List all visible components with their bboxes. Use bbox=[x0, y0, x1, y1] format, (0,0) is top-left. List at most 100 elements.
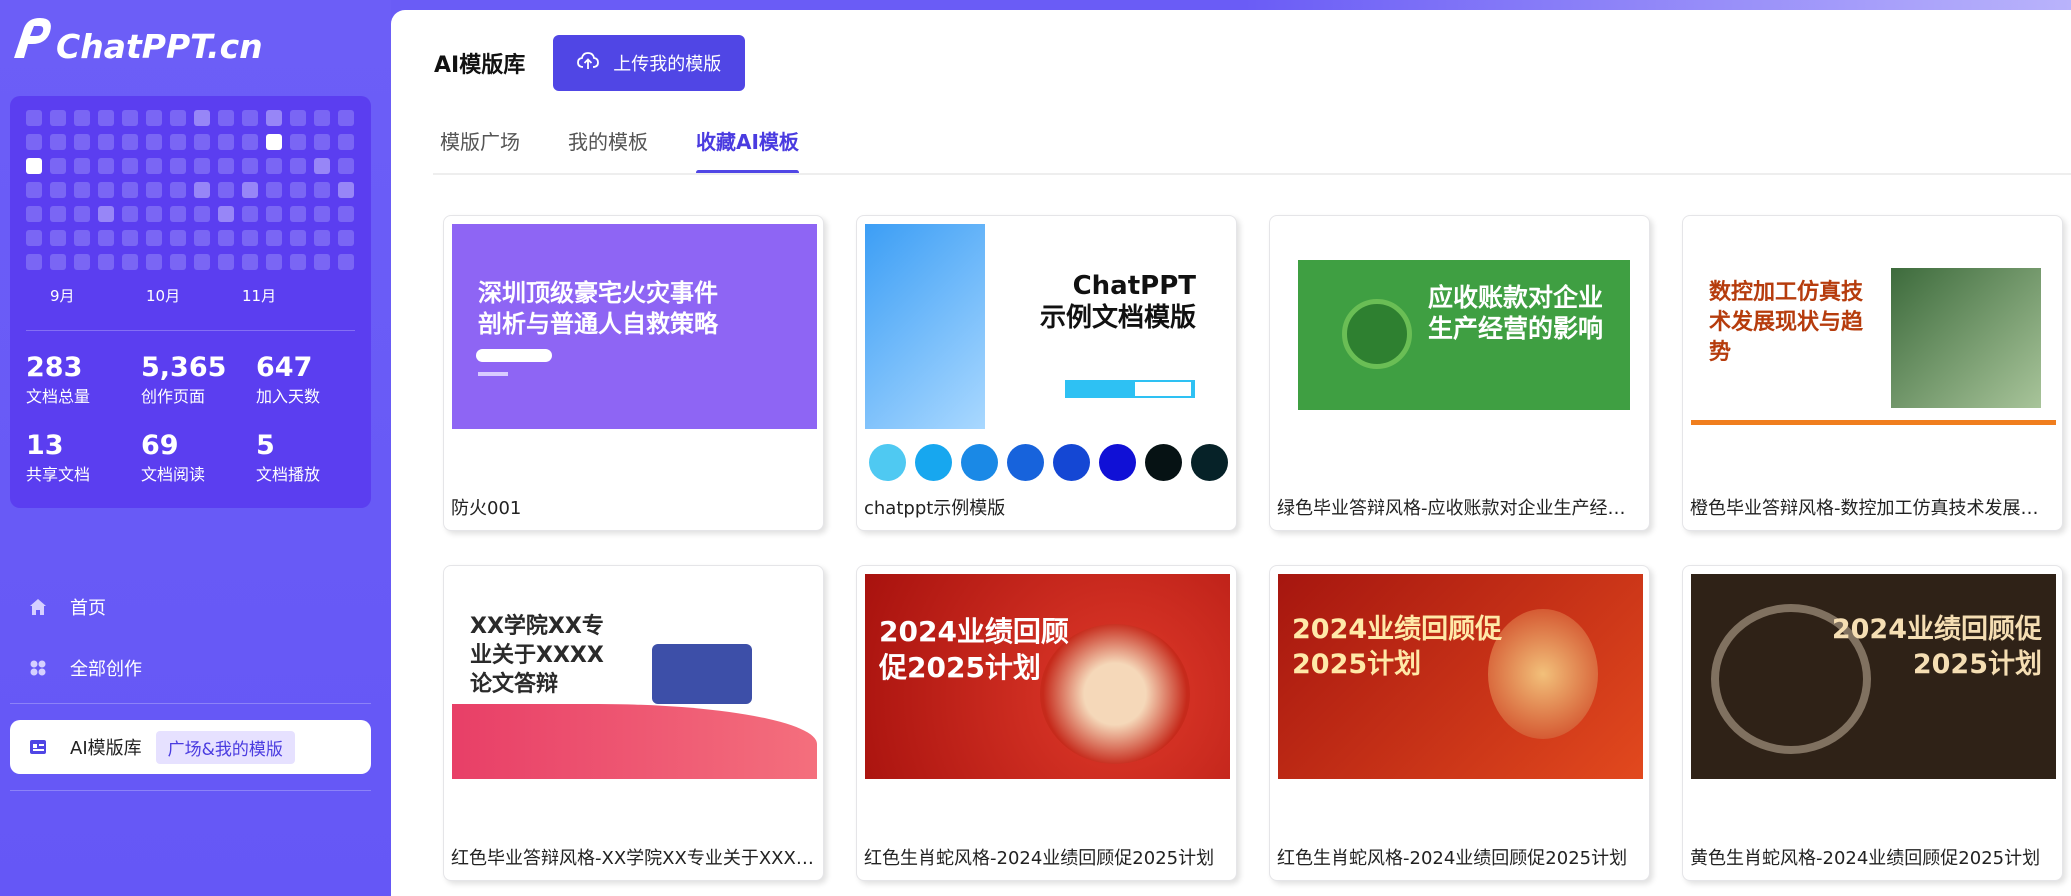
heatmap-cell bbox=[194, 110, 210, 126]
template-grid: 深圳顶级豪宅火灾事件 剖析与普通人自救策略 防火001 ChatPPT 示例文档… bbox=[443, 215, 2063, 881]
heatmap-cell bbox=[218, 134, 234, 150]
template-title: 红色毕业答辩风格-XX学院XX专业关于XXXX论文答辩 bbox=[451, 848, 817, 869]
template-thumbnail: XX学院XX专 业关于XXXX 论文答辩 bbox=[452, 574, 817, 779]
thumbnail-title: 2024业绩回顾促 2025计划 bbox=[1832, 612, 2042, 682]
tab-template-square[interactable]: 模版广场 bbox=[440, 126, 520, 171]
heatmap-cell bbox=[266, 158, 282, 174]
stat-value: 13 bbox=[26, 430, 64, 461]
color-swatch[interactable] bbox=[1191, 444, 1228, 481]
thumbnail-line: 论文答辩 bbox=[470, 672, 559, 697]
color-swatch[interactable] bbox=[1145, 444, 1182, 481]
template-card[interactable]: 2024业绩回顾促 2025计划 红色生肖蛇风格-2024业绩回顾促2025计划 bbox=[1269, 565, 1650, 881]
tab-my-templates[interactable]: 我的模板 bbox=[568, 126, 648, 171]
thumbnail-bar bbox=[1135, 382, 1191, 396]
template-card[interactable]: 2024业绩回顾促 2025计划 黄色生肖蛇风格-2024业绩回顾促2025计划 bbox=[1682, 565, 2063, 881]
color-swatch[interactable] bbox=[1099, 444, 1136, 481]
heatmap-cell bbox=[122, 182, 138, 198]
heatmap-cell bbox=[314, 230, 330, 246]
template-card[interactable]: XX学院XX专 业关于XXXX 论文答辩 红色毕业答辩风格-XX学院XX专业关于… bbox=[443, 565, 824, 881]
thumbnail-line: ChatPPT bbox=[1072, 271, 1196, 301]
heatmap-cell bbox=[122, 206, 138, 222]
template-card[interactable]: 应收账款对企业 生产经营的影响 绿色毕业答辩风格-应收账款对企业生产经营的影响 bbox=[1269, 215, 1650, 531]
template-title: 黄色生肖蛇风格-2024业绩回顾促2025计划 bbox=[1690, 848, 2041, 869]
sidebar-item-label: 首页 bbox=[70, 598, 106, 619]
main-panel: AI模版库 上传我的模版 模版广场 我的模板 收藏AI模板 深圳顶级豪宅火灾事件… bbox=[391, 10, 2071, 896]
thumbnail-title: ChatPPT 示例文档模版 bbox=[1040, 270, 1196, 334]
main-header: AI模版库 上传我的模版 bbox=[434, 35, 746, 91]
heatmap-cell bbox=[146, 158, 162, 174]
color-swatch[interactable] bbox=[915, 444, 952, 481]
heatmap-cell bbox=[314, 182, 330, 198]
heatmap-cell bbox=[50, 134, 66, 150]
heatmap-cell bbox=[194, 182, 210, 198]
heatmap-cell bbox=[170, 134, 186, 150]
heatmap-cell bbox=[266, 206, 282, 222]
upload-template-button[interactable]: 上传我的模版 bbox=[553, 35, 746, 91]
color-swatch[interactable] bbox=[1007, 444, 1044, 481]
heatmap-cell bbox=[50, 230, 66, 246]
heatmap-cell bbox=[98, 158, 114, 174]
thumbnail-line: 应收账款对企业 bbox=[1428, 283, 1604, 312]
thumbnail-pill bbox=[476, 349, 552, 362]
heatmap-cell bbox=[122, 230, 138, 246]
graduation-cap-icon bbox=[652, 644, 752, 704]
heatmap-cell bbox=[50, 206, 66, 222]
heatmap-cell bbox=[170, 110, 186, 126]
sidebar-item-all-creations[interactable]: 全部创作 bbox=[10, 641, 371, 695]
heatmap-cell bbox=[194, 230, 210, 246]
graduation-cap-icon bbox=[1342, 299, 1412, 369]
template-card[interactable]: 深圳顶级豪宅火灾事件 剖析与普通人自救策略 防火001 bbox=[443, 215, 824, 531]
stat-value: 5 bbox=[256, 430, 275, 461]
heatmap-cell bbox=[74, 230, 90, 246]
heatmap-cell bbox=[26, 254, 42, 270]
template-card[interactable]: ChatPPT 示例文档模版 chatppt示例模版 bbox=[856, 215, 1237, 531]
color-swatch[interactable] bbox=[961, 444, 998, 481]
divider bbox=[26, 330, 355, 331]
heatmap-cell bbox=[218, 230, 234, 246]
template-card[interactable]: 2024业绩回顾 促2025计划 红色生肖蛇风格-2024业绩回顾促2025计划 bbox=[856, 565, 1237, 881]
page-title: AI模版库 bbox=[434, 53, 526, 78]
thumbnail-line: 2025计划 bbox=[1292, 649, 1422, 680]
heatmap-months: 9月 10月 11月 bbox=[50, 285, 338, 306]
heatmap-cell bbox=[170, 206, 186, 222]
thumbnail-line: XX学院XX专 bbox=[470, 614, 604, 639]
sidebar-item-template-library[interactable]: AI模版库 广场&我的模版 bbox=[10, 720, 371, 774]
heatmap-cell bbox=[26, 230, 42, 246]
heatmap-cell bbox=[122, 254, 138, 270]
stat-item: 5 文档播放 bbox=[256, 430, 371, 486]
heatmap-cell bbox=[194, 134, 210, 150]
heatmap-cell bbox=[266, 182, 282, 198]
template-thumbnail: 数控加工仿真技 术发展现状与趋 势 bbox=[1691, 224, 2056, 429]
heatmap-cell bbox=[74, 110, 90, 126]
thumbnail-line: 深圳顶级豪宅火灾事件 bbox=[478, 279, 718, 307]
color-swatch[interactable] bbox=[869, 444, 906, 481]
thumbnail-line: 促2025计划 bbox=[879, 651, 1041, 684]
thumbnail-line: 术发展现状与趋 bbox=[1709, 310, 1864, 335]
heatmap-cell bbox=[218, 158, 234, 174]
logo[interactable]: ChatPPT.cn bbox=[10, 12, 263, 66]
heatmap-cell bbox=[170, 254, 186, 270]
heatmap-cell bbox=[170, 230, 186, 246]
template-title: 橙色毕业答辩风格-数控加工仿真技术发展现状与趋势 bbox=[1690, 498, 2056, 519]
stat-value: 69 bbox=[141, 430, 179, 461]
divider bbox=[10, 790, 371, 791]
heatmap-cell bbox=[314, 158, 330, 174]
template-thumbnail: ChatPPT 示例文档模版 bbox=[865, 224, 1230, 429]
month-label: 9月 bbox=[50, 287, 75, 305]
stat-item: 5,365 创作页面 bbox=[141, 352, 256, 408]
heatmap-cell bbox=[74, 158, 90, 174]
tab-favorite-ai-templates[interactable]: 收藏AI模板 bbox=[696, 126, 799, 175]
template-lib-pill[interactable]: 广场&我的模版 bbox=[155, 730, 295, 764]
template-card[interactable]: 数控加工仿真技 术发展现状与趋 势 橙色毕业答辩风格-数控加工仿真技术发展现状与… bbox=[1682, 215, 2063, 531]
thumbnail-photo bbox=[1891, 268, 2041, 408]
sidebar-item-home[interactable]: 首页 bbox=[10, 580, 371, 634]
stat-label: 加入天数 bbox=[256, 387, 321, 406]
color-swatch[interactable] bbox=[1053, 444, 1090, 481]
upload-label: 上传我的模版 bbox=[613, 54, 722, 75]
home-icon bbox=[28, 597, 48, 617]
heatmap-cell bbox=[170, 158, 186, 174]
stat-label: 文档播放 bbox=[256, 465, 321, 484]
sidebar-item-label: AI模版库 bbox=[70, 738, 142, 759]
template-thumbnail: 深圳顶级豪宅火灾事件 剖析与普通人自救策略 bbox=[452, 224, 817, 429]
thumbnail-title: 2024业绩回顾 促2025计划 bbox=[879, 614, 1069, 686]
